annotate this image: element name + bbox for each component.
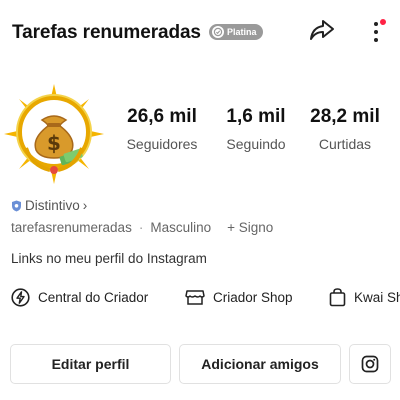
stat-seguidores[interactable]: 26,6 mil Seguidores [118,106,206,152]
shopping-bag-icon [329,288,346,307]
stat-label: Seguidores [126,136,198,152]
notification-dot [380,19,386,25]
shortcut-label: Central do Criador [38,290,149,305]
badge-icon [212,26,224,38]
stat-value: 28,2 mil [310,106,380,127]
shortcuts-row: Central do Criador Criador Shop Kwai Sh [11,288,400,310]
stat-value: 1,6 mil [226,106,286,127]
shield-icon [12,200,21,211]
stat-label: Seguindo [226,136,286,152]
lightning-icon [11,288,30,307]
share-icon[interactable] [308,16,336,44]
profile-info-row: tarefasrenumeradas · Masculino + Signo [11,220,273,235]
shortcut-label: Criador Shop [213,289,293,305]
stat-value: 26,6 mil [127,106,197,127]
shortcut-kwai-shop[interactable]: Kwai Sh [329,288,400,307]
menu-dot [374,38,378,42]
stat-seguindo[interactable]: 1,6 mil Seguindo [214,106,298,152]
shortcut-criador-shop[interactable]: Criador Shop [185,288,293,306]
instagram-button[interactable] [349,344,391,384]
add-friends-button[interactable]: Adicionar amigos [179,344,341,384]
shortcut-label: Kwai Sh [354,290,400,305]
profile-bio: Links no meu perfil do Instagram [11,251,207,266]
separator: · [138,220,144,235]
instagram-icon [361,355,379,373]
stat-curtidas[interactable]: 28,2 mil Curtidas [304,106,386,152]
menu-dot [374,22,378,26]
shop-icon [185,290,205,305]
platina-badge[interactable]: Platina [209,24,263,40]
add-signo-link[interactable]: + Signo [227,220,273,235]
stat-label: Curtidas [318,136,372,152]
avatar[interactable]: $ [4,84,104,184]
badge-label: Platina [227,27,257,37]
profile-header: Tarefas renumeradas Platina [12,14,400,50]
profile-stats: 26,6 mil Seguidores 1,6 mil Seguindo 28,… [118,106,400,156]
menu-dot [374,30,378,34]
profile-name: Tarefas renumeradas [12,22,201,43]
chevron-right-icon: › [82,198,88,213]
shortcut-central-do-criador[interactable]: Central do Criador [11,288,148,307]
username: tarefasrenumeradas [11,220,132,235]
distintivo-link[interactable]: Distintivo › [11,198,87,213]
edit-profile-button[interactable]: Editar perfil [10,344,171,384]
svg-text:$: $ [47,131,61,155]
distintivo-label: Distintivo [25,198,80,213]
more-vertical-icon[interactable] [364,16,388,46]
gender-label: Masculino [150,220,212,235]
